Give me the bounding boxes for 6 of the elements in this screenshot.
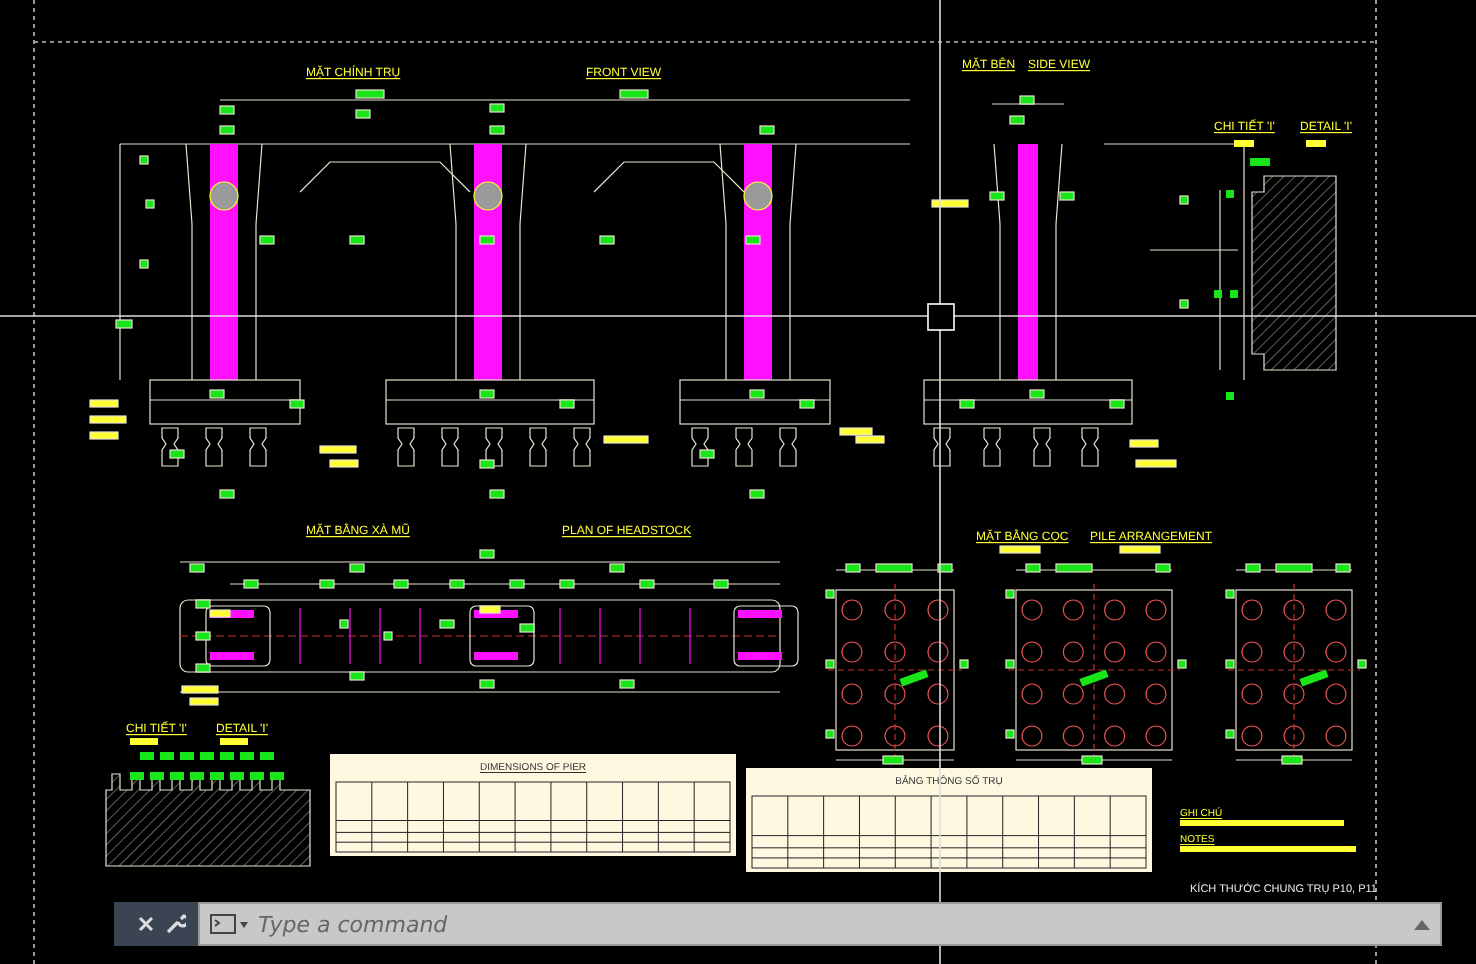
command-prompt-icon[interactable] bbox=[210, 914, 250, 934]
caret-up-icon[interactable] bbox=[1414, 918, 1430, 930]
wrench-icon[interactable] bbox=[166, 914, 186, 934]
command-input-field[interactable]: Type a command bbox=[258, 911, 1406, 937]
close-button[interactable] bbox=[138, 916, 154, 932]
command-line-field[interactable]: Type a command bbox=[198, 902, 1442, 946]
